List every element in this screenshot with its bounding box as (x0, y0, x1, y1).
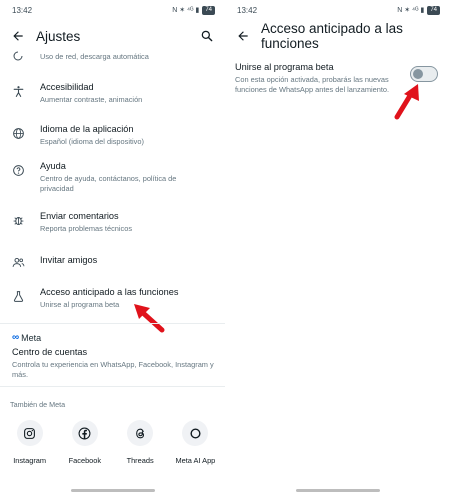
back-button[interactable] (233, 26, 253, 46)
settings-item-feedback[interactable]: Enviar comentarios Reporta problemas téc… (0, 210, 225, 234)
storage-icon (10, 48, 26, 64)
app-label: Meta AI App (175, 456, 216, 465)
battery-indicator: 74 (202, 5, 215, 15)
status-time: 13:42 (237, 5, 258, 15)
settings-item-title: Invitar amigos (40, 255, 98, 265)
settings-item-title: Accesibilidad (40, 82, 94, 92)
arrow-left-icon (13, 31, 23, 41)
beta-program-toggle[interactable] (410, 66, 438, 82)
meta-logo-text: Meta (21, 332, 42, 343)
beta-access-screen: 13:42 N ✶ ⁴ᴳ ▮ 74 Acceso anticipado a la… (225, 0, 450, 498)
status-time: 13:42 (12, 5, 33, 15)
battery-indicator: 74 (427, 5, 440, 15)
gesture-nav-bar[interactable] (70, 489, 155, 492)
page-title: Ajustes (36, 28, 81, 44)
toggle-knob (413, 69, 423, 79)
settings-item-subtitle: Aumentar contraste, animación (40, 95, 143, 104)
settings-item-title: Acceso anticipado a las funciones (40, 287, 179, 297)
settings-item-subtitle: Reporta problemas técnicos (40, 224, 133, 233)
accessibility-icon (10, 83, 26, 99)
divider (0, 386, 225, 387)
settings-item-beta-access[interactable]: Acceso anticipado a las funciones Unirse… (0, 286, 225, 310)
meta-ai-icon (182, 420, 209, 446)
back-button[interactable] (8, 26, 28, 46)
beta-program-description: Con esta opción activada, probarás las n… (235, 75, 390, 94)
page-title: Acceso anticipado a las funciones (261, 21, 403, 51)
settings-screen: 13:42 N ✶ ⁴ᴳ ▮ 74 Ajustes Uso de red, de… (0, 0, 225, 498)
settings-item-storage[interactable]: Uso de red, descarga automática (0, 51, 225, 64)
settings-item-accessibility[interactable]: Accesibilidad Aumentar contraste, animac… (0, 81, 225, 105)
also-from-meta-label: También de Meta (10, 400, 66, 409)
app-label: Threads (126, 456, 154, 465)
search-button[interactable] (197, 26, 217, 46)
app-meta-ai[interactable]: Meta AI App (170, 420, 220, 465)
instagram-icon (16, 420, 43, 446)
app-bar: Ajustes (0, 20, 225, 52)
settings-item-subtitle: Unirse al programa beta (40, 300, 120, 309)
globe-icon (10, 125, 26, 141)
status-bar: 13:42 N ✶ ⁴ᴳ ▮ 74 (225, 0, 450, 20)
help-icon (10, 162, 26, 178)
flask-icon (10, 288, 26, 304)
meta-infinity-icon: ∞ (12, 332, 20, 343)
app-facebook[interactable]: Facebook (60, 420, 110, 465)
bug-icon (10, 212, 26, 228)
divider (0, 323, 225, 324)
beta-program-row[interactable]: Unirse al programa beta Con esta opción … (235, 62, 440, 95)
meta-apps-row: Instagram Facebook Threads Meta AI App (0, 420, 225, 465)
arrow-left-icon (238, 31, 248, 41)
app-label: Instagram (13, 456, 47, 465)
accounts-center-title: Centro de cuentas (12, 347, 88, 357)
app-threads[interactable]: Threads (115, 420, 165, 465)
gesture-nav-bar[interactable] (295, 489, 380, 492)
threads-icon (127, 420, 154, 446)
settings-item-help[interactable]: Ayuda Centro de ayuda, contáctanos, polí… (0, 160, 225, 194)
status-icons: N ✶ ⁴ᴳ ▮ 74 (397, 5, 440, 15)
status-bar: 13:42 N ✶ ⁴ᴳ ▮ 74 (0, 0, 225, 20)
people-icon (10, 254, 26, 270)
search-icon (201, 30, 213, 42)
accounts-center[interactable]: ∞ Meta Centro de cuentas Controla tu exp… (12, 332, 215, 380)
status-icons: N ✶ ⁴ᴳ ▮ 74 (172, 5, 215, 15)
accounts-center-subtitle: Controla tu experiencia en WhatsApp, Fac… (12, 360, 214, 379)
settings-item-subtitle: Español (idioma del dispositivo) (40, 137, 144, 146)
status-icons-text: N ✶ ⁴ᴳ ▮ (397, 7, 425, 14)
settings-item-title: Ayuda (40, 161, 66, 171)
settings-item-subtitle: Centro de ayuda, contáctanos, política d… (40, 174, 177, 193)
app-label: Facebook (68, 456, 102, 465)
settings-item-title: Enviar comentarios (40, 211, 119, 221)
meta-logo: ∞ Meta (12, 332, 215, 343)
facebook-icon (71, 420, 98, 446)
app-bar: Acceso anticipado a las funciones (225, 20, 450, 52)
settings-item-invite[interactable]: Invitar amigos (0, 252, 225, 270)
settings-item-language[interactable]: Idioma de la aplicación Español (idioma … (0, 123, 225, 147)
settings-item-subtitle: Uso de red, descarga automática (40, 52, 149, 61)
settings-item-title: Idioma de la aplicación (40, 124, 134, 134)
beta-program-title: Unirse al programa beta (235, 62, 334, 72)
status-icons-text: N ✶ ⁴ᴳ ▮ (172, 7, 200, 14)
app-instagram[interactable]: Instagram (5, 420, 55, 465)
